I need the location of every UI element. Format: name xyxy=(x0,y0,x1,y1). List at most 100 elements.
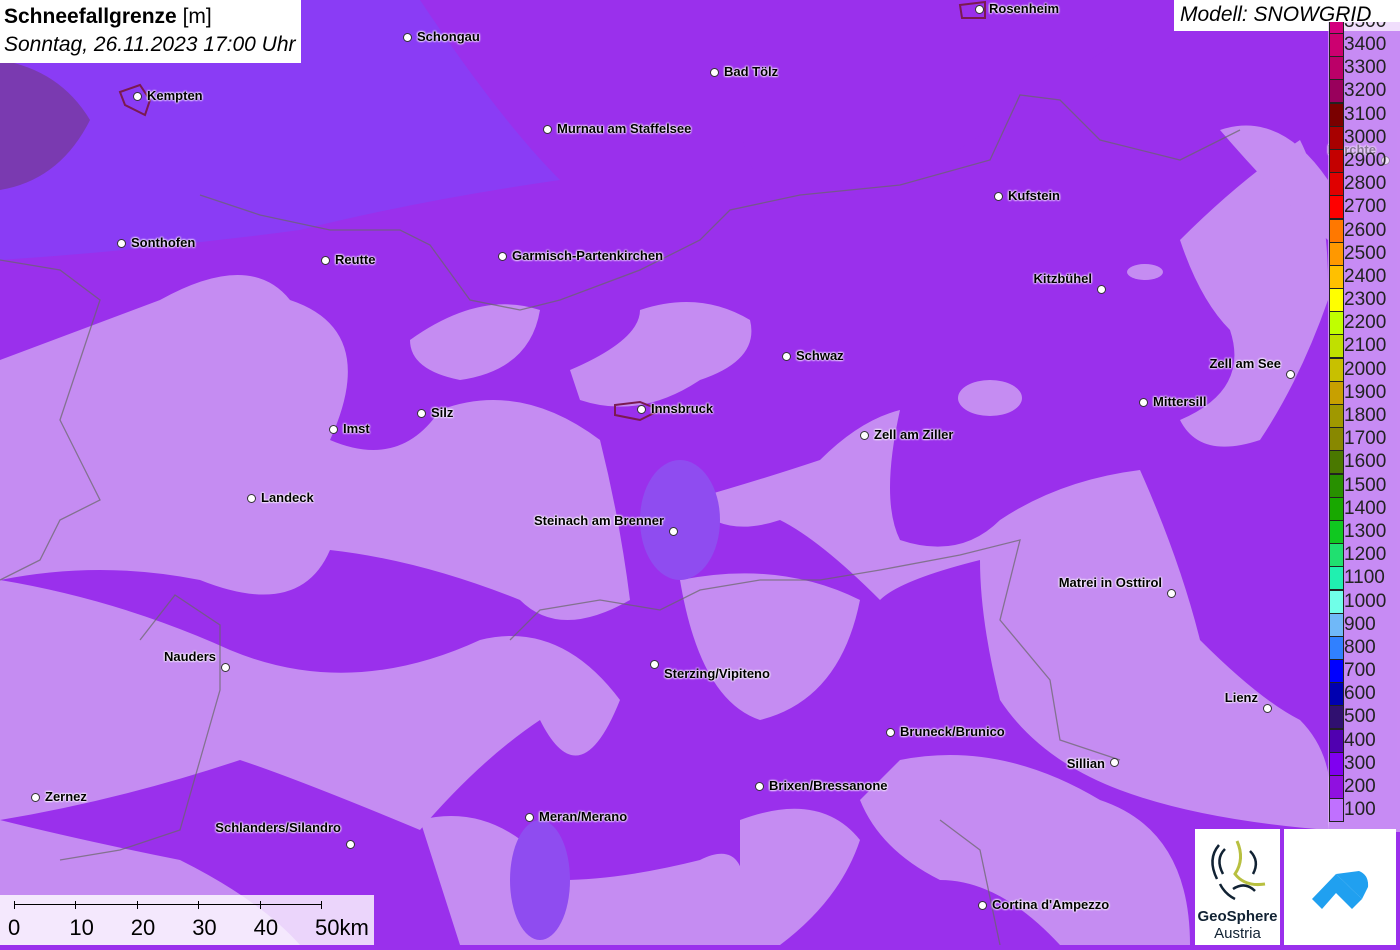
city-name: Zell am Ziller xyxy=(874,427,954,442)
city-name: Zernez xyxy=(45,789,87,804)
legend-entry: 1200 xyxy=(1328,543,1400,568)
legend-entry: 2800 xyxy=(1328,172,1400,197)
legend-entry: 1900 xyxy=(1328,380,1400,405)
city-marker: Sonthofen xyxy=(117,235,195,250)
legend-label: 2700 xyxy=(1344,196,1387,218)
scale-label: 30 xyxy=(192,915,217,940)
legend-label: 2400 xyxy=(1344,265,1387,287)
color-legend: 3500340033003200310030002900280027002600… xyxy=(1328,22,1400,832)
legend-label: 2100 xyxy=(1344,335,1387,357)
map-title-box: Schneefallgrenze [m] Sonntag, 26.11.2023… xyxy=(0,0,301,63)
legend-label: 1700 xyxy=(1344,428,1387,450)
legend-entry: 3500 xyxy=(1328,22,1400,34)
scale-tick xyxy=(75,901,77,909)
city-dot-icon xyxy=(669,527,678,536)
snowfall-map[interactable] xyxy=(0,0,1400,945)
city-dot-icon xyxy=(782,352,791,361)
city-dot-icon xyxy=(403,33,412,42)
city-marker: Zell am See xyxy=(1209,356,1295,379)
legend-swatch xyxy=(1329,311,1344,336)
scale-label: 0 xyxy=(8,915,21,940)
legend-entry: 1700 xyxy=(1328,427,1400,452)
legend-swatch xyxy=(1329,450,1344,475)
legend-swatch xyxy=(1329,380,1344,405)
legend-swatch xyxy=(1329,427,1344,452)
city-name: Cortina d'Ampezzo xyxy=(992,897,1110,912)
legend-label: 2800 xyxy=(1344,173,1387,195)
legend-swatch xyxy=(1329,148,1344,173)
legend-label: 2300 xyxy=(1344,289,1387,311)
city-dot-icon xyxy=(321,256,330,265)
legend-label: 1600 xyxy=(1344,451,1387,473)
legend-entry: 3100 xyxy=(1328,102,1400,127)
city-marker: Zell am Ziller xyxy=(860,427,953,442)
map-datetime: Sonntag, 26.11.2023 17:00 Uhr xyxy=(4,33,296,56)
legend-label: 3500 xyxy=(1344,22,1386,33)
city-name: Zell am See xyxy=(1209,356,1281,371)
legend-label: 1100 xyxy=(1344,567,1385,589)
city-name: Sillian xyxy=(1066,756,1105,771)
city-name: Rosenheim xyxy=(989,1,1060,16)
city-marker: Bruneck/Brunico xyxy=(886,724,1005,739)
legend-label: 3200 xyxy=(1344,80,1387,102)
legend-label: 2000 xyxy=(1344,358,1387,380)
geosphere-country: Austria xyxy=(1214,925,1261,942)
legend-swatch xyxy=(1329,566,1344,591)
legend-entry: 300 xyxy=(1328,751,1400,776)
legend-swatch xyxy=(1329,195,1344,220)
city-dot-icon xyxy=(710,68,719,77)
legend-entry: 2700 xyxy=(1328,195,1400,220)
legend-swatch xyxy=(1329,682,1344,707)
legend-label: 3400 xyxy=(1344,34,1387,55)
city-marker: Schongau xyxy=(403,29,480,44)
legend-label: 200 xyxy=(1344,776,1376,797)
legend-label: 3300 xyxy=(1344,57,1387,79)
legend-label: 1000 xyxy=(1344,590,1387,612)
snowgrid-logo xyxy=(1284,829,1396,945)
city-dot-icon xyxy=(1167,589,1176,598)
city-dot-icon xyxy=(221,663,230,672)
legend-label: 1400 xyxy=(1344,497,1387,519)
legend-swatch xyxy=(1329,543,1344,568)
scale-line xyxy=(14,904,321,905)
legend-swatch xyxy=(1329,705,1344,730)
scale-tick xyxy=(198,901,200,909)
scale-tick xyxy=(136,901,138,909)
legend-entry: 400 xyxy=(1328,728,1400,753)
legend-entry: 900 xyxy=(1328,612,1400,637)
legend-swatch xyxy=(1329,218,1344,243)
city-name: Sonthofen xyxy=(131,235,196,250)
legend-entry: 1300 xyxy=(1328,519,1400,544)
city-name: Kempten xyxy=(147,88,203,103)
legend-entry: 2900 xyxy=(1328,148,1400,173)
legend-swatch xyxy=(1329,357,1344,382)
city-name: Sterzing/Vipiteno xyxy=(664,666,770,681)
city-marker: Landeck xyxy=(247,490,314,505)
city-marker: Matrei in Osttirol xyxy=(1058,575,1176,598)
city-marker: Zernez xyxy=(31,789,87,804)
city-name: Schlanders/Silandro xyxy=(215,820,341,835)
legend-label: 500 xyxy=(1344,706,1376,728)
scale-tick xyxy=(259,901,261,909)
city-dot-icon xyxy=(994,192,1003,201)
city-name: Kitzbühel xyxy=(1033,271,1093,286)
city-name: Garmisch-Partenkirchen xyxy=(512,248,664,263)
legend-swatch xyxy=(1329,102,1344,127)
city-dot-icon xyxy=(755,782,764,791)
legend-entry: 1100 xyxy=(1328,566,1400,591)
legend-label: 600 xyxy=(1344,683,1376,705)
map-unit: [m] xyxy=(182,5,212,28)
city-name: Matrei in Osttirol xyxy=(1058,575,1162,590)
city-dot-icon xyxy=(498,252,507,261)
legend-label: 900 xyxy=(1344,613,1376,635)
legend-swatch xyxy=(1329,404,1344,428)
legend-swatch xyxy=(1329,519,1344,544)
legend-entry: 2000 xyxy=(1328,357,1400,382)
city-marker: Sterzing/Vipiteno xyxy=(650,660,770,681)
city-marker: Bad Tölz xyxy=(710,64,778,79)
city-dot-icon xyxy=(133,92,142,101)
city-marker: Rosenheim xyxy=(975,1,1059,16)
legend-entry: 1600 xyxy=(1328,450,1400,475)
legend-swatch xyxy=(1329,612,1344,637)
city-marker: Kitzbühel xyxy=(1033,271,1106,294)
